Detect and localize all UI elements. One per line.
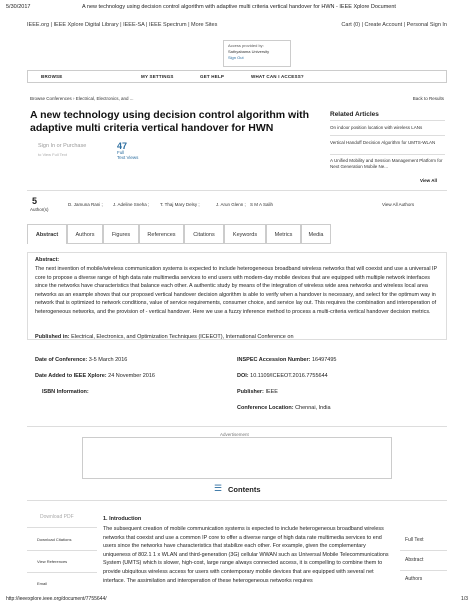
author-link[interactable]: J. Adeline Sneha ;: [113, 202, 149, 207]
rightnav-full-text[interactable]: Full Text: [405, 537, 424, 543]
publisher: Publisher: IEEE: [237, 389, 278, 395]
section-divider: [27, 190, 447, 191]
location-label: Conference Location:: [237, 405, 294, 411]
advertisement-box[interactable]: [82, 437, 392, 479]
abstract-heading: Abstract:: [35, 257, 60, 263]
author-count: 5: [32, 196, 38, 206]
top-links-bar: IEEE.org | IEEE Xplore Digital Library |…: [27, 22, 447, 32]
inspec-number: INSPEC Accession Number: 16497495: [237, 357, 336, 363]
nav-browse[interactable]: BROWSE: [41, 74, 62, 79]
page-title: A new technology using decision control …: [30, 109, 310, 134]
list-icon: ☰: [214, 483, 223, 493]
related-view-all-link[interactable]: View All: [420, 178, 437, 183]
conference-date-label: Date of Conference:: [35, 357, 88, 363]
tab-keywords[interactable]: Keywords: [224, 224, 266, 244]
leftnav-divider: [27, 550, 97, 551]
published-in-value[interactable]: Electrical, Electronics, and Optimizatio…: [71, 334, 293, 340]
tab-abstract[interactable]: Abstract: [27, 224, 67, 244]
leftnav-divider: [27, 527, 97, 528]
author-link[interactable]: T. Thaj Mary Delsy ;: [160, 202, 200, 207]
doi: DOI: 10.1109/ICEEOT.2016.7755644: [237, 373, 328, 379]
nav-my-settings[interactable]: MY SETTINGS: [141, 74, 174, 79]
related-divider: [330, 154, 445, 155]
doi-label: DOI:: [237, 373, 249, 379]
document-tabs: Abstract Authors Figures References Cita…: [27, 224, 447, 244]
doi-value[interactable]: 10.1109/ICEEOT.2016.7755644: [250, 373, 328, 379]
tab-figures[interactable]: Figures: [103, 224, 139, 244]
author-link[interactable]: J. Arun Glenn ;: [216, 202, 246, 207]
publisher-label: Publisher:: [237, 389, 264, 395]
tab-media[interactable]: Media: [301, 224, 331, 244]
location-value: Chennai, India: [295, 405, 331, 411]
email-link[interactable]: Email: [37, 581, 107, 586]
tab-citations[interactable]: Citations: [184, 224, 224, 244]
date-added-label: Date Added to IEEE Xplore:: [35, 373, 107, 379]
ieee-sites-links[interactable]: IEEE.org | IEEE Xplore Digital Library |…: [27, 22, 217, 28]
tab-authors[interactable]: Authors: [67, 224, 103, 244]
isbn-label: ISBN Information:: [42, 389, 89, 395]
author-count-label: Author(s): [30, 207, 49, 212]
tab-references[interactable]: References: [139, 224, 184, 244]
inspec-label: INSPEC Accession Number:: [237, 357, 311, 363]
date-added-value: 24 November 2016: [108, 373, 155, 379]
related-article-3[interactable]: A Unified Mobility and Session Managemen…: [330, 158, 445, 169]
author-link[interactable]: S M A Salih: [250, 202, 273, 207]
back-to-results-link[interactable]: Back to Results: [413, 96, 444, 101]
section-divider: [27, 500, 447, 501]
nav-get-help[interactable]: GET HELP: [200, 74, 224, 79]
rightnav-authors[interactable]: Authors: [405, 576, 422, 582]
page-number: 1/3: [461, 596, 468, 602]
isbn-info[interactable]: ISBN Information:: [42, 389, 89, 395]
published-in-label: Published in:: [35, 334, 70, 340]
section-text: The subsequent creation of mobile commun…: [103, 526, 389, 584]
print-date: 5/30/2017: [6, 4, 31, 10]
abstract-panel: Abstract: The next invention of mobile/w…: [27, 252, 447, 340]
main-nav: BROWSE MY SETTINGS GET HELP WHAT CAN I A…: [27, 70, 447, 83]
rightnav-divider: [400, 550, 447, 551]
section-heading: 1. Introduction: [103, 516, 142, 522]
related-article-2[interactable]: Vertical Handoff Decision Algorithm for …: [330, 140, 445, 146]
rightnav-abstract[interactable]: Abstract: [405, 557, 423, 563]
date-added: Date Added to IEEE Xplore: 24 November 2…: [35, 373, 155, 379]
views-label-line2: Text Views: [117, 155, 139, 160]
conference-date: Date of Conference: 3-5 March 2016: [35, 357, 127, 363]
download-citations-link[interactable]: Download Citations: [37, 537, 107, 542]
publisher-value: IEEE: [265, 389, 278, 395]
conference-location: Conference Location: Chennai, India: [237, 405, 331, 411]
abstract-text: The next invention of mobile/wireless co…: [35, 266, 438, 315]
related-divider: [330, 120, 445, 121]
download-pdf-link[interactable]: Download PDF: [40, 514, 110, 520]
account-links[interactable]: Cart (0) | Create Account | Personal Sig…: [341, 22, 447, 28]
sign-in-sub-label: to View Full Text: [38, 152, 67, 157]
tab-metrics[interactable]: Metrics: [266, 224, 301, 244]
related-articles-title: Related Articles: [330, 111, 379, 118]
sign-out-link[interactable]: Sign Out: [228, 55, 286, 61]
view-all-authors-link[interactable]: View All Authors: [382, 202, 414, 207]
contents-heading: Contents: [228, 485, 261, 494]
rightnav-divider: [400, 570, 447, 571]
conference-date-value: 3-5 March 2016: [88, 357, 128, 363]
related-article-1[interactable]: On indoor position location with wireles…: [330, 125, 445, 131]
view-references-link[interactable]: View References: [37, 559, 107, 564]
institutional-access-box: Access provided by: Sathyabama Universit…: [223, 40, 291, 67]
published-in: Published in: Electrical, Electronics, a…: [35, 334, 294, 340]
section-divider: [27, 426, 447, 427]
breadcrumb[interactable]: Browse Conferences › Electrical, Electro…: [30, 96, 134, 101]
sign-in-purchase-link[interactable]: Sign In or Purchase: [38, 143, 86, 149]
print-header: 5/30/2017 A new technology using decisio…: [6, 4, 468, 12]
inspec-value: 16497495: [312, 357, 337, 363]
print-title: A new technology using decision control …: [82, 4, 396, 10]
leftnav-divider: [27, 572, 97, 573]
nav-what-can-i-access[interactable]: WHAT CAN I ACCESS?: [251, 74, 304, 79]
page-url: http://ieeexplore.ieee.org/document/7755…: [6, 596, 107, 602]
full-text-views-label: Full Text Views: [117, 150, 147, 160]
author-link[interactable]: D. Jamuna Rani ;: [68, 202, 103, 207]
related-divider: [330, 135, 445, 136]
